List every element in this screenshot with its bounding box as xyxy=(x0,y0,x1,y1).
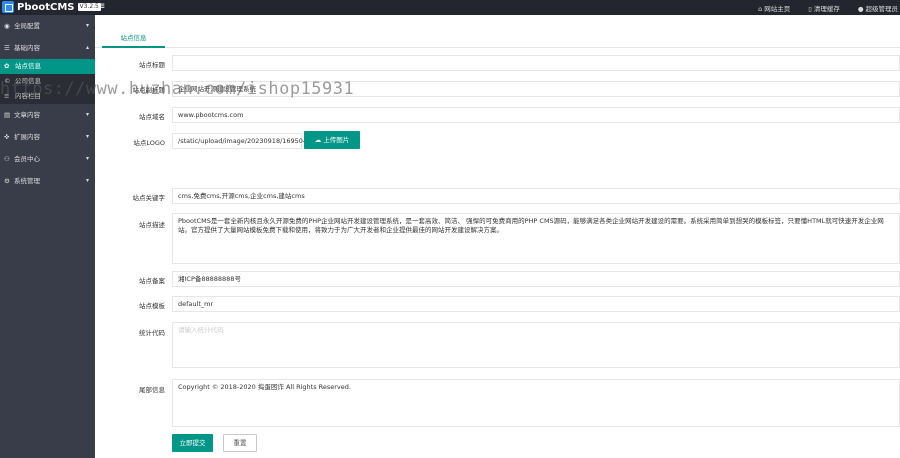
upload-icon: ☁ xyxy=(314,136,324,144)
chevron-down-icon: ▾ xyxy=(85,133,89,140)
logo-icon xyxy=(2,1,14,13)
site-title-input[interactable] xyxy=(172,55,900,71)
keywords-label: 站点关键字 xyxy=(132,194,166,202)
template-label: 站点模板 xyxy=(139,302,165,310)
sidebar-subitem-content-columns[interactable]: ≡ 内容栏目 xyxy=(0,89,95,104)
main-content: 站点信息 站点标题 站点副标题 企业网站开源建设管理系统 站点域名 www.pb… xyxy=(95,15,900,458)
copyright-icon: © xyxy=(4,77,11,85)
sidebar-item-global-config[interactable]: ◉ 全局配置 ▾ xyxy=(0,15,95,37)
upload-image-button[interactable]: ☁ 上传图片 xyxy=(304,131,360,149)
sidebar-item-extend-content[interactable]: ✜ 扩展内容 ▾ xyxy=(0,126,95,148)
keywords-input[interactable]: cms,免费cms,开源cms,企业cms,建站cms xyxy=(172,188,900,204)
person-icon: ⚇ xyxy=(4,155,10,163)
description-textarea[interactable]: PbootCMS是一套全新内核且永久开源免费的PHP企业网站开发建设管理系统，是… xyxy=(172,213,900,264)
sidebar-subitem-company-info[interactable]: © 公司信息 xyxy=(0,74,95,89)
stats-textarea[interactable]: 请输入统计代码 xyxy=(172,322,900,368)
top-links: ⌂ 网站主页 ▯ 清理缓存 ● 超级管理员 xyxy=(758,3,898,13)
list-icon: ☰ xyxy=(4,44,10,52)
chevron-down-icon: ▾ xyxy=(85,111,89,118)
settings-icon: ✿ xyxy=(4,62,10,70)
document-icon: ▤ xyxy=(4,111,11,119)
menu-icon: ≡ xyxy=(4,92,10,100)
user-icon: ● xyxy=(857,5,864,13)
logo-label: 站点LOGO xyxy=(133,139,165,147)
footer-label: 尾部信息 xyxy=(139,386,165,394)
puzzle-icon: ✜ xyxy=(4,133,10,141)
icp-input[interactable]: 湘ICP备88888888号 xyxy=(172,271,900,287)
globe-icon: ◉ xyxy=(4,22,10,30)
home-icon: ⌂ xyxy=(758,5,763,13)
user-menu[interactable]: ● 超级管理员 xyxy=(858,3,898,13)
chevron-down-icon: ▾ xyxy=(85,177,89,184)
description-label: 站点描述 xyxy=(139,221,165,229)
sidebar-item-system-management[interactable]: ⚙ 系统管理 ▾ xyxy=(0,170,95,192)
logo-input[interactable]: /static/upload/image/20230918/1695048 xyxy=(172,133,311,149)
menu-toggle-icon[interactable]: ≡ xyxy=(97,2,107,12)
subtitle-label: 站点副标题 xyxy=(132,86,166,94)
chevron-down-icon: ▾ xyxy=(85,22,89,29)
domain-label: 站点域名 xyxy=(139,113,165,121)
top-bar: PbootCMS V3.2.5 ≡ ⌂ 网站主页 ▯ 清理缓存 ● 超级管理员 xyxy=(0,0,900,15)
tab-bar: 站点信息 xyxy=(95,15,900,48)
reset-button[interactable]: 重置 xyxy=(223,434,257,452)
sidebar-subitem-site-info[interactable]: ✿ 站点信息 xyxy=(0,59,95,74)
chevron-up-icon: ▴ xyxy=(85,44,89,51)
domain-input[interactable]: www.pbootcms.com xyxy=(172,107,900,123)
trash-icon: ▯ xyxy=(808,5,812,13)
icp-label: 站点备案 xyxy=(139,277,165,285)
sidebar-item-article-content[interactable]: ▤ 文章内容 ▾ xyxy=(0,104,95,126)
stats-label: 统计代码 xyxy=(139,329,165,337)
subtitle-input[interactable]: 企业网站开源建设管理系统 xyxy=(172,81,900,97)
app-title: PbootCMS xyxy=(17,1,75,13)
sidebar-item-basic-content[interactable]: ☰ 基础内容 ▴ xyxy=(0,37,95,59)
gear-icon: ⚙ xyxy=(4,177,10,185)
footer-textarea[interactable]: Copyright © 2018-2020 捣蛋困诈 All Rights Re… xyxy=(172,379,900,427)
sidebar: ◉ 全局配置 ▾ ☰ 基础内容 ▴ ✿ 站点信息 © 公司信息 ≡ 内容栏目 ▤ 文章内容 ▾ ✜… xyxy=(0,15,95,458)
home-link[interactable]: ⌂ 网站主页 xyxy=(758,3,790,13)
template-input[interactable]: default_mr xyxy=(172,296,900,312)
chevron-down-icon: ▾ xyxy=(85,155,89,162)
submit-button[interactable]: 立即提交 xyxy=(172,434,213,452)
sidebar-item-member-center[interactable]: ⚇ 会员中心 ▾ xyxy=(0,148,95,170)
tab-site-info[interactable]: 站点信息 xyxy=(102,27,165,48)
clear-cache-link[interactable]: ▯ 清理缓存 xyxy=(808,3,840,13)
logo[interactable]: PbootCMS V3.2.5 xyxy=(2,1,101,13)
site-title-label: 站点标题 xyxy=(139,61,165,69)
sidebar-submenu: ✿ 站点信息 © 公司信息 ≡ 内容栏目 xyxy=(0,59,95,104)
